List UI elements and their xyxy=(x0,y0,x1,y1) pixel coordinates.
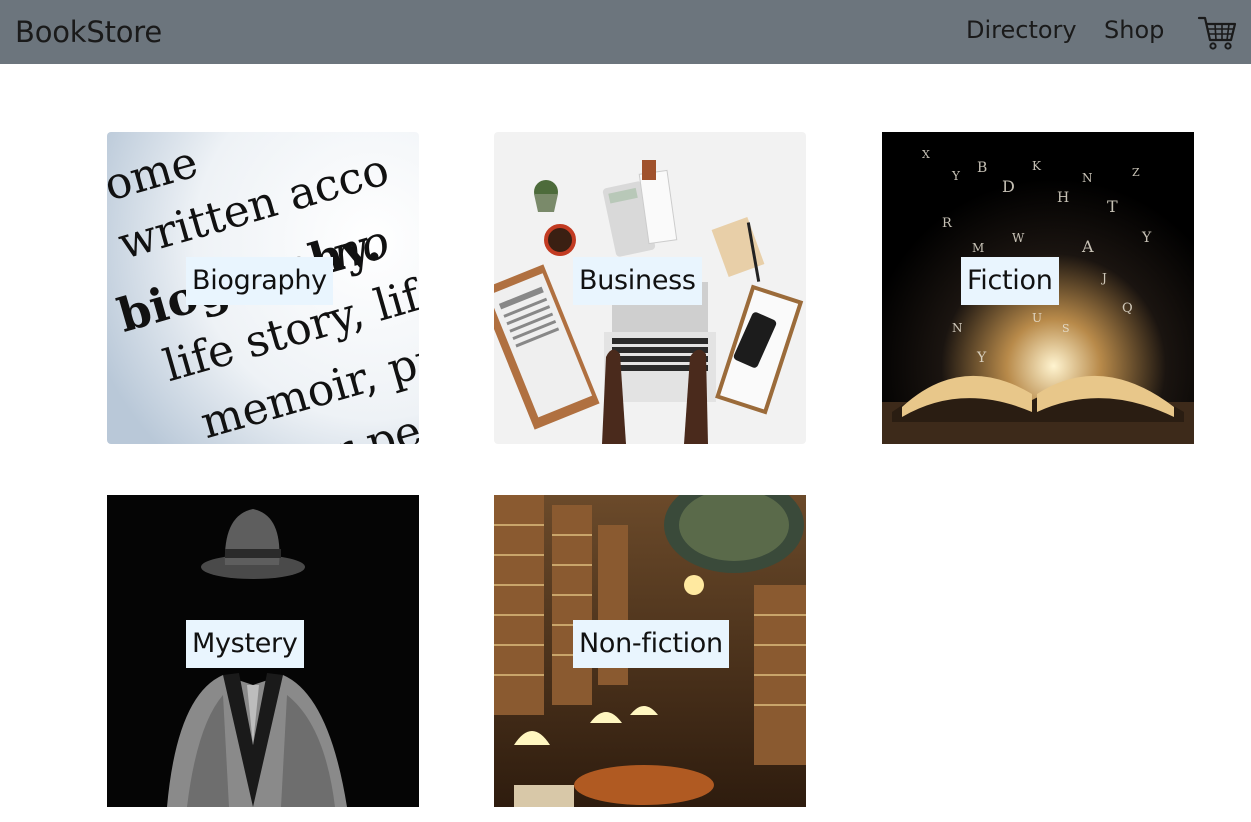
category-card-non-fiction[interactable]: Non-fiction xyxy=(494,495,806,807)
svg-text:Y: Y xyxy=(951,169,961,183)
category-card-fiction[interactable]: X Y B D K H N T Z Y R M E W A J Q N Y U … xyxy=(882,132,1194,444)
svg-text:R: R xyxy=(942,216,953,231)
svg-text:Y: Y xyxy=(976,350,987,366)
category-card-biography[interactable]: some written acco biography. no life sto… xyxy=(107,132,419,444)
svg-text:W: W xyxy=(1012,231,1025,245)
nav-link-directory[interactable]: Directory xyxy=(966,14,1077,46)
svg-text:K: K xyxy=(1032,159,1042,173)
shopping-cart-icon[interactable] xyxy=(1196,12,1238,54)
navbar: BookStore Directory Shop xyxy=(0,0,1251,64)
brand-logo-link[interactable]: BookStore xyxy=(15,14,162,50)
svg-text:N: N xyxy=(1082,171,1093,185)
category-label: Non-fiction xyxy=(573,620,729,668)
category-card-business[interactable]: Business xyxy=(494,132,806,444)
svg-text:A: A xyxy=(1081,237,1094,256)
svg-text:S: S xyxy=(1062,322,1070,335)
svg-text:X: X xyxy=(922,148,930,161)
category-card-mystery[interactable]: Mystery xyxy=(107,495,419,807)
category-label: Biography xyxy=(186,257,333,305)
svg-text:Q: Q xyxy=(1122,301,1133,316)
svg-text:Z: Z xyxy=(1132,166,1140,179)
svg-text:N: N xyxy=(952,321,963,335)
category-label: Fiction xyxy=(961,257,1059,305)
nav-link-shop[interactable]: Shop xyxy=(1104,14,1164,46)
svg-text:D: D xyxy=(1002,177,1015,196)
svg-text:U: U xyxy=(1032,311,1042,325)
svg-text:J: J xyxy=(1100,271,1107,285)
svg-text:T: T xyxy=(1107,197,1118,216)
svg-text:B: B xyxy=(977,160,987,176)
category-label: Mystery xyxy=(186,620,304,668)
svg-text:M: M xyxy=(972,241,984,255)
svg-text:Y: Y xyxy=(1141,230,1152,246)
category-label: Business xyxy=(573,257,702,305)
svg-text:H: H xyxy=(1057,190,1069,206)
